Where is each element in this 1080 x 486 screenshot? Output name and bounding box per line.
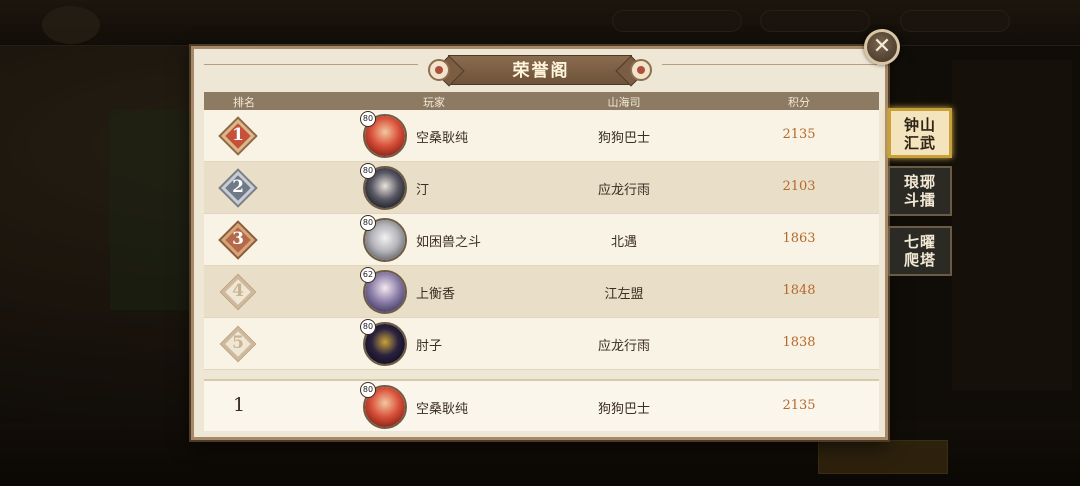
score-value: 1863 <box>782 231 816 246</box>
score-value: 2103 <box>782 179 816 194</box>
title-plate: 荣誉阁 <box>448 55 632 85</box>
guild-name: 狗狗巴士 <box>597 131 650 146</box>
rank-badge-icon: 1 <box>221 119 255 153</box>
player-name: 空桑耿纯 <box>416 131 469 146</box>
rank-number: 5 <box>232 333 244 353</box>
table-header: 排名 玩家 山海司 积分 <box>204 92 879 110</box>
guild-name: 江左盟 <box>604 287 644 302</box>
player-name: 肘子 <box>416 339 443 354</box>
rank-badge-icon: 3 <box>221 223 255 257</box>
rank-number: 1 <box>232 125 244 145</box>
rank-number: 2 <box>232 177 244 197</box>
table-row[interactable]: 2 80 汀 应龙行雨 2103 <box>204 162 879 214</box>
honor-hall-panel: 荣誉阁 排名 玩家 山海司 积分 1 80 空桑耿纯 狗狗巴士 2135 2 8… <box>191 46 888 440</box>
guild-name: 狗狗巴士 <box>597 402 650 417</box>
player-name: 如困兽之斗 <box>416 235 482 250</box>
player-name: 上衡香 <box>416 287 456 302</box>
header-player: 玩家 <box>423 96 445 109</box>
my-rank-row[interactable]: 1 80 空桑耿纯 狗狗巴士 2135 <box>204 379 879 431</box>
guild-name: 应龙行雨 <box>597 339 650 354</box>
panel-title: 荣誉阁 <box>512 61 570 81</box>
level-badge: 80 <box>360 215 376 231</box>
tab-qiyao-tower[interactable]: 七曜 爬塔 <box>888 226 952 276</box>
rank-number: 4 <box>232 281 244 301</box>
close-icon[interactable]: ✕ <box>864 29 900 65</box>
level-badge: 80 <box>360 382 376 398</box>
table-row[interactable]: 3 80 如困兽之斗 北遇 1863 <box>204 214 879 266</box>
table-row[interactable]: 1 80 空桑耿纯 狗狗巴士 2135 <box>204 110 879 162</box>
ranking-list: 1 80 空桑耿纯 狗狗巴士 2135 2 80 汀 应龙行雨 2103 3 8… <box>204 110 879 370</box>
header-guild: 山海司 <box>607 96 641 109</box>
my-rank-number: 1 <box>232 394 246 416</box>
header-score: 积分 <box>788 96 810 109</box>
score-value: 1848 <box>782 283 816 298</box>
guild-name: 应龙行雨 <box>597 183 650 198</box>
rank-number: 3 <box>232 229 244 249</box>
rank-badge-icon: 4 <box>221 275 255 309</box>
guild-name: 北遇 <box>610 235 637 250</box>
rank-badge-icon: 5 <box>221 327 255 361</box>
score-value: 1838 <box>782 335 816 350</box>
player-name: 空桑耿纯 <box>416 402 469 417</box>
tab-langya-douleï[interactable]: 琅琊 斗擂 <box>888 166 952 216</box>
ornament-icon <box>428 59 450 81</box>
level-badge: 62 <box>360 267 376 283</box>
score-value: 2135 <box>782 127 816 142</box>
player-name: 汀 <box>416 183 430 198</box>
title-divider-right <box>662 64 877 65</box>
score-value: 2135 <box>782 398 816 413</box>
level-badge: 80 <box>360 163 376 179</box>
tab-zhongshan-huiwu[interactable]: 钟山 汇武 <box>888 108 952 158</box>
table-row[interactable]: 5 80 肘子 应龙行雨 1838 <box>204 318 879 370</box>
title-divider-left <box>204 64 418 65</box>
header-rank: 排名 <box>233 96 255 109</box>
rank-badge-icon: 2 <box>221 171 255 205</box>
table-row[interactable]: 4 62 上衡香 江左盟 1848 <box>204 266 879 318</box>
level-badge: 80 <box>360 319 376 335</box>
ornament-icon <box>630 59 652 81</box>
level-badge: 80 <box>360 111 376 127</box>
panel-title-wrap: 荣誉阁 <box>418 55 662 85</box>
